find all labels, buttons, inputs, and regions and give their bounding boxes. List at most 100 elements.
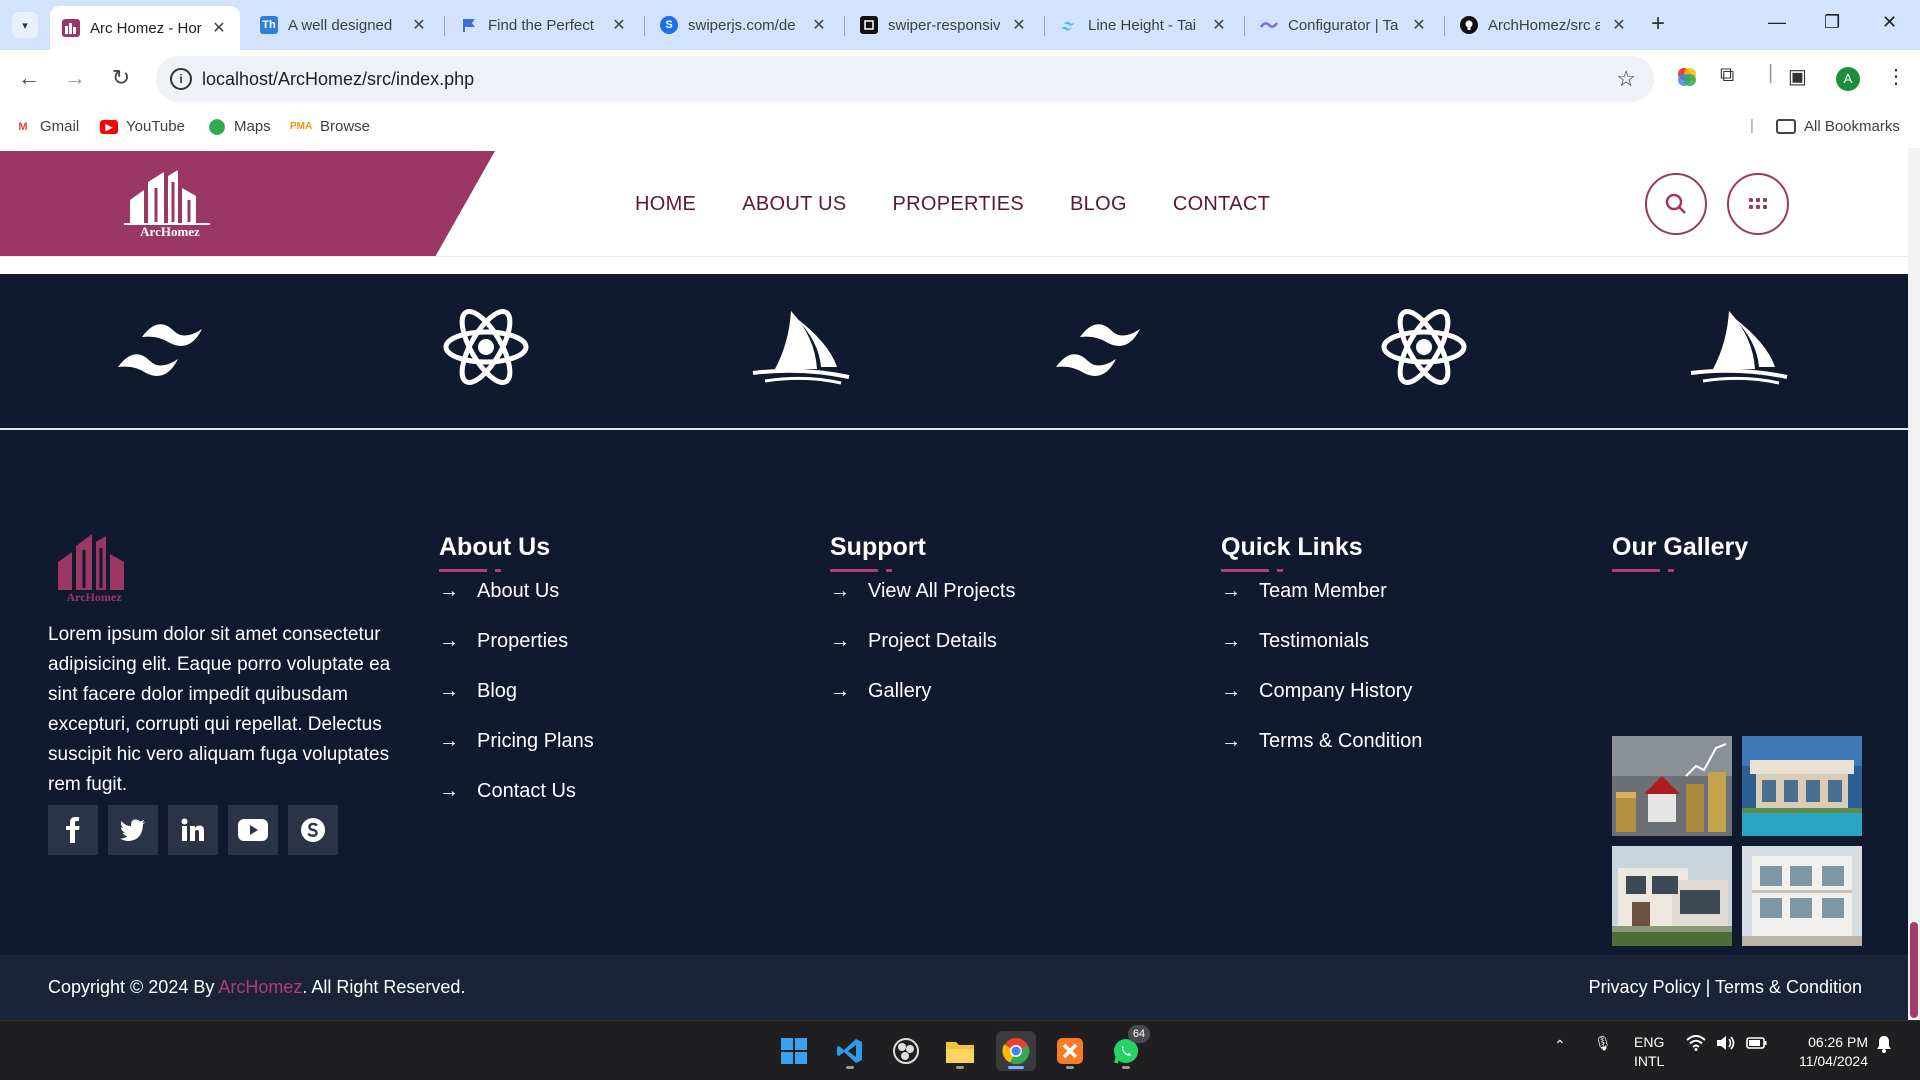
- chrome-menu-icon[interactable]: ⋮: [1886, 64, 1906, 89]
- chrome-icon[interactable]: [996, 1031, 1036, 1071]
- nav-properties[interactable]: PROPERTIES: [892, 193, 1024, 216]
- legal-links[interactable]: Privacy Policy | Terms & Condition: [1589, 977, 1862, 998]
- tab-title: A well designed: [288, 16, 393, 34]
- input-language[interactable]: ENG INTL: [1634, 1033, 1664, 1071]
- tab-search-button[interactable]: ▾: [12, 12, 38, 38]
- bookmarks-divider: |: [1750, 117, 1754, 134]
- bookmark-youtube[interactable]: ▶ YouTube: [100, 118, 185, 135]
- nav-blog[interactable]: BLOG: [1070, 193, 1127, 216]
- footer-logo[interactable]: ArcHomez: [52, 530, 136, 608]
- close-icon[interactable]: ✕: [810, 15, 828, 35]
- title-underline: [1221, 569, 1269, 572]
- nav-home[interactable]: HOME: [635, 193, 696, 216]
- back-icon[interactable]: ←: [14, 63, 44, 93]
- window-close-icon[interactable]: ✕: [1882, 12, 1897, 33]
- maps-icon: ⬤: [208, 117, 226, 135]
- new-tab-button[interactable]: +: [1651, 12, 1665, 36]
- whatsapp-icon[interactable]: 64: [1106, 1025, 1150, 1071]
- bookmark-star-icon[interactable]: ☆: [1616, 66, 1636, 92]
- gallery-image-villa-pool[interactable]: [1742, 736, 1862, 836]
- tab-separator: [1244, 16, 1245, 36]
- tab-find-perfect[interactable]: Find the Perfect ✕: [448, 6, 640, 44]
- address-bar[interactable]: i localhost/ArcHomez/src/index.php ☆: [156, 56, 1654, 102]
- arrow-right-icon: →: [1221, 730, 1241, 752]
- system-clock[interactable]: 06:26 PM 11/04/2024: [1788, 1033, 1868, 1071]
- facebook-button[interactable]: [48, 805, 98, 855]
- site-logo[interactable]: ArcHomez: [120, 166, 220, 246]
- footer-link-blog[interactable]: → Blog: [439, 680, 517, 703]
- side-panel-icon[interactable]: ▣: [1788, 64, 1807, 89]
- close-icon[interactable]: ✕: [410, 15, 428, 35]
- close-icon[interactable]: ✕: [610, 15, 628, 35]
- windows-start-icon[interactable]: [774, 1031, 814, 1071]
- footer-link-project-details[interactable]: → Project Details: [830, 630, 997, 653]
- profile-avatar[interactable]: A: [1836, 67, 1860, 91]
- file-explorer-icon[interactable]: [940, 1031, 980, 1071]
- footer-link-pricing[interactable]: → Pricing Plans: [439, 730, 594, 753]
- bookmark-browse[interactable]: PMA Browse: [290, 118, 370, 135]
- footer-link-team[interactable]: → Team Member: [1221, 580, 1387, 603]
- close-icon[interactable]: ✕: [1610, 15, 1628, 35]
- footer-link-terms[interactable]: → Terms & Condition: [1221, 730, 1422, 753]
- header-brand-band: [0, 151, 495, 256]
- title-underline: [1612, 569, 1660, 572]
- microphone-icon[interactable]: 🎙: [1594, 1035, 1612, 1052]
- tab-configurator[interactable]: Configurator | Ta ✕: [1248, 6, 1440, 44]
- forward-icon[interactable]: →: [60, 63, 90, 93]
- copyright-brand-link[interactable]: ArcHomez: [218, 977, 302, 997]
- tab-github[interactable]: ArchHomez/src at ✕: [1448, 6, 1640, 44]
- close-icon[interactable]: ✕: [1010, 15, 1028, 35]
- vscode-icon[interactable]: [830, 1031, 870, 1071]
- extensions-icon[interactable]: ⧉: [1720, 64, 1734, 87]
- gmail-icon: M: [18, 120, 28, 133]
- scrollbar-thumb[interactable]: [1910, 922, 1918, 1018]
- footer-link-history[interactable]: → Company History: [1221, 680, 1412, 703]
- close-icon[interactable]: ✕: [1410, 15, 1428, 35]
- skype-button[interactable]: [288, 805, 338, 855]
- xampp-icon[interactable]: [1050, 1031, 1090, 1071]
- tab-line-height[interactable]: Line Height - Tai ✕: [1048, 6, 1240, 44]
- gallery-image-house-coins[interactable]: [1612, 736, 1732, 836]
- close-icon[interactable]: ✕: [1210, 15, 1228, 35]
- color-extension-icon[interactable]: [1676, 66, 1698, 94]
- minimize-icon[interactable]: —: [1768, 12, 1786, 33]
- gallery-image-modern-house[interactable]: [1612, 846, 1732, 946]
- footer-link-about-us[interactable]: → About Us: [439, 580, 559, 603]
- battery-icon[interactable]: [1746, 1035, 1768, 1054]
- close-icon[interactable]: ✕: [210, 18, 228, 38]
- grid-menu-button[interactable]: [1727, 173, 1789, 235]
- search-button[interactable]: [1645, 173, 1707, 235]
- footer-link-testimonials[interactable]: → Testimonials: [1221, 630, 1369, 653]
- page-scrollbar[interactable]: [1908, 148, 1920, 1020]
- footer-link-view-projects[interactable]: → View All Projects: [830, 580, 1015, 603]
- all-bookmarks[interactable]: All Bookmarks: [1776, 118, 1900, 135]
- notification-bell-icon[interactable]: [1876, 1035, 1892, 1056]
- twitter-button[interactable]: [108, 805, 158, 855]
- speaker-icon[interactable]: [1716, 1035, 1736, 1054]
- gallery-image-apartment[interactable]: [1742, 846, 1862, 946]
- wifi-icon[interactable]: [1686, 1035, 1706, 1054]
- chevron-up-icon[interactable]: ⌃: [1554, 1037, 1566, 1054]
- tab-swiperjs[interactable]: S swiperjs.com/de ✕: [648, 6, 840, 44]
- youtube-button[interactable]: [228, 805, 278, 855]
- bookmark-maps[interactable]: ⬤ Maps: [208, 118, 271, 135]
- footer-link-gallery[interactable]: → Gallery: [830, 680, 931, 703]
- bookmark-gmail[interactable]: M Gmail: [14, 118, 79, 135]
- arrow-right-icon: →: [830, 580, 850, 602]
- footer-link-properties[interactable]: → Properties: [439, 630, 568, 653]
- arrow-right-icon: →: [1221, 630, 1241, 652]
- tab-swiper-responsive[interactable]: swiper-responsiv ✕: [848, 6, 1040, 44]
- obs-icon[interactable]: [886, 1031, 926, 1071]
- linkedin-button[interactable]: [168, 805, 218, 855]
- footer-link-contact[interactable]: → Contact Us: [439, 780, 576, 803]
- nav-contact[interactable]: CONTACT: [1173, 193, 1270, 216]
- nav-about-us[interactable]: ABOUT US: [742, 193, 846, 216]
- copyright-text: Copyright © 2024 By ArcHomez. All Right …: [48, 977, 465, 998]
- restore-icon[interactable]: ❐: [1824, 12, 1840, 33]
- tab-archomez[interactable]: Arc Homez - Hor ✕: [50, 6, 240, 50]
- arrow-right-icon: →: [439, 680, 459, 702]
- bookmark-label: Browse: [320, 118, 371, 135]
- tab-well-designed[interactable]: Th A well designed ✕: [248, 6, 440, 44]
- reload-icon[interactable]: ↻: [106, 63, 136, 93]
- site-info-icon[interactable]: i: [170, 68, 192, 90]
